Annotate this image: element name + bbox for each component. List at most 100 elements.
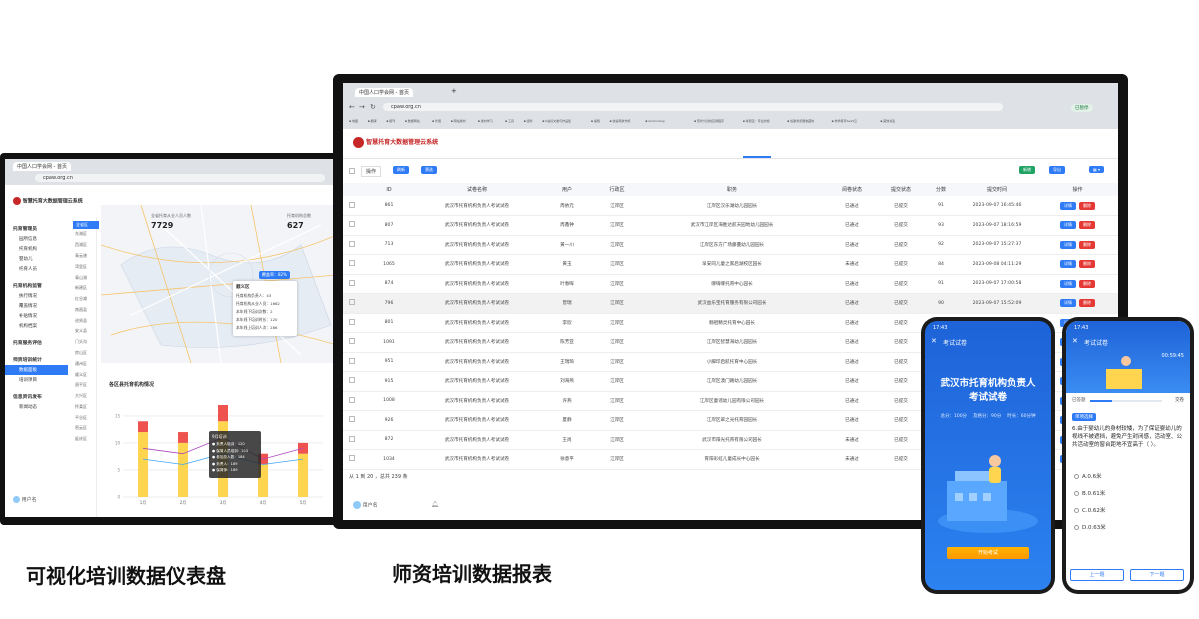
main-address-bar[interactable]: cpaw.org.cn [383,103,1003,111]
next-question-button[interactable]: 下一题 [1130,569,1184,581]
district-item[interactable]: 密云区 [73,423,99,434]
map-area[interactable]: 全省托育从业人员人数 7729 托育机构总数 627 覆盖率：82% 顺义区 托… [101,205,337,363]
detail-button[interactable]: 详情 [1060,260,1076,269]
bookmark-item[interactable]: ▪ 非学者育SaaS云 [832,119,857,123]
main-tab[interactable]: 中国人口学会网 - 首页 [355,88,413,97]
op-dropdown[interactable]: 操作 [361,166,382,177]
phone2-close-icon[interactable]: ✕ [1072,337,1078,345]
row-checkbox[interactable] [349,201,355,208]
row-checkbox[interactable] [349,435,355,442]
column-header[interactable]: 提交时间 [957,183,1037,196]
back-icon[interactable]: ← [349,103,355,111]
bookmark-item[interactable]: ▪ 考题宝：专业的搜 [743,119,770,123]
row-checkbox[interactable] [349,260,355,267]
row-checkbox[interactable] [349,318,355,325]
detail-button[interactable]: 详情 [1060,221,1076,230]
bookmark-item[interactable]: ▪ 数据网站 [405,119,420,123]
bar[interactable] [298,453,308,497]
bar[interactable] [178,442,188,497]
main-user[interactable]: 用户名 [353,501,378,509]
phone1-close-icon[interactable]: ✕ [931,337,937,345]
bookmark-item[interactable]: ▪ 谷歌浏览器收藏的 [787,119,814,123]
bookmark-item[interactable]: ▪ 工具 [505,119,514,123]
district-item[interactable]: 大兴区 [73,391,99,402]
export-button[interactable]: 导出 [1049,166,1065,174]
detail-button[interactable]: 详情 [1060,299,1076,308]
district-item[interactable]: 平谷区 [73,412,99,423]
row-checkbox[interactable] [349,338,355,345]
refresh-button[interactable]: 刷新 [393,166,409,174]
reload-icon[interactable]: ↻ [370,103,376,111]
bell-icon[interactable]: 🔔︎ [431,501,439,508]
column-header[interactable]: 提交状态 [877,183,925,196]
row-checkbox-cell[interactable] [343,352,361,372]
row-checkbox-cell[interactable] [343,293,361,314]
district-item[interactable]: 延庆区 [73,434,99,445]
row-checkbox-cell[interactable] [343,235,361,255]
bar[interactable] [218,405,228,422]
table-row[interactable]: 861 武汉市托育机构负责人考试试卷 周依元 江岸区 江岸区汉乐湖幼儿园园长 已通过 已提交… [343,196,1118,216]
row-checkbox[interactable] [349,377,355,384]
column-header[interactable]: 试卷名称 [417,183,537,196]
answer-option[interactable]: D.0.63米 [1074,523,1190,531]
sidebar-item[interactable]: 数据面板 [5,365,68,375]
bookmark-item[interactable]: ▪ 报刊 [386,119,395,123]
district-item[interactable]: 顺义区 [73,369,99,380]
left-user[interactable]: 用户名 [13,496,37,503]
row-checkbox[interactable] [349,279,355,286]
column-header[interactable]: 职务 [637,183,827,196]
left-tab[interactable]: 中国人口学会网 - 首页 [13,162,71,171]
district-item[interactable]: 东湖区 [73,229,99,240]
district-item[interactable]: 怀柔区 [73,402,99,413]
district-item[interactable]: 新建区 [73,283,99,294]
answer-option[interactable]: B.0.61米 [1074,489,1190,497]
start-exam-button[interactable]: 开始考试 [947,547,1029,559]
row-checkbox[interactable] [349,240,355,247]
table-row[interactable]: 874 武汉市托育机构负责人考试试卷 叶春晖 江岸区 哪嗨哪托育中心园长 已通过 已提交 91… [343,274,1118,294]
row-checkbox-cell[interactable] [343,196,361,216]
row-checkbox[interactable] [349,357,355,364]
bookmark-item[interactable]: ▪ Animockup [645,119,665,123]
bookmark-item[interactable]: ▪ 外国 [432,119,441,123]
row-checkbox-cell[interactable] [343,449,361,470]
district-item[interactable]: 安义县 [73,326,99,337]
filter-button[interactable]: 筛选 [421,166,437,174]
row-checkbox-cell[interactable] [343,313,361,333]
answer-option[interactable]: C.0.62米 [1074,506,1190,514]
prev-question-button[interactable]: 上一题 [1070,569,1124,581]
bar[interactable] [138,421,148,433]
detail-button[interactable]: 详情 [1060,201,1076,210]
columns-button[interactable]: ▦ ▾ [1089,166,1105,173]
bar[interactable] [138,432,148,497]
row-checkbox-cell[interactable] [343,410,361,431]
table-row[interactable]: 807 武汉市托育机构负责人考试试卷 周鑫钟 江岸区 武汉市江岸区海胜达航天园地幼儿园园… [343,215,1118,236]
bookmark-item[interactable]: ▪ b站好文章与作品集 [542,119,571,123]
row-checkbox-cell[interactable] [343,274,361,294]
delete-button[interactable]: 删除 [1079,299,1095,308]
column-header[interactable]: 行政区 [597,183,637,196]
district-item[interactable]: 青云谱 [73,251,99,262]
bookmark-item[interactable]: ▪ 编辑 [591,119,600,123]
row-checkbox[interactable] [349,416,355,423]
district-item[interactable]: 通州区 [73,358,99,369]
bookmark-item[interactable]: ▪ 组件 [524,119,533,123]
column-header[interactable]: 分数 [925,183,957,196]
row-checkbox[interactable] [349,396,355,403]
submit-button[interactable]: 交卷 [1175,397,1184,403]
delete-button[interactable]: 删除 [1079,279,1095,288]
answer-option[interactable]: A.0.6米 [1074,472,1190,480]
detail-button[interactable]: 详情 [1060,279,1076,288]
row-checkbox-cell[interactable] [343,215,361,236]
bookmark-item[interactable]: ▪ 快速导航作机 [610,119,631,123]
district-item[interactable]: 青山湖 [73,272,99,283]
table-row[interactable]: 796 武汉市托育机构负责人考试试卷 曾瑞 江岸区 武汉益乐宝托育服务有限公司园长 已通过… [343,293,1118,314]
bar[interactable] [178,432,188,443]
delete-button[interactable]: 删除 [1079,240,1095,249]
forward-icon[interactable]: → [359,103,365,111]
table-row[interactable]: 1065 武汉市托育机构负责人考试试卷 黄玉 江岸区 早安同儿童之家后湖校区园长 未通过已… [343,254,1118,275]
row-checkbox[interactable] [349,299,355,306]
column-header[interactable]: 用户 [537,183,597,196]
row-checkbox-cell[interactable] [343,371,361,392]
select-all-checkbox[interactable] [349,168,355,174]
left-address-bar[interactable]: cpaw.org.cn [35,174,325,182]
